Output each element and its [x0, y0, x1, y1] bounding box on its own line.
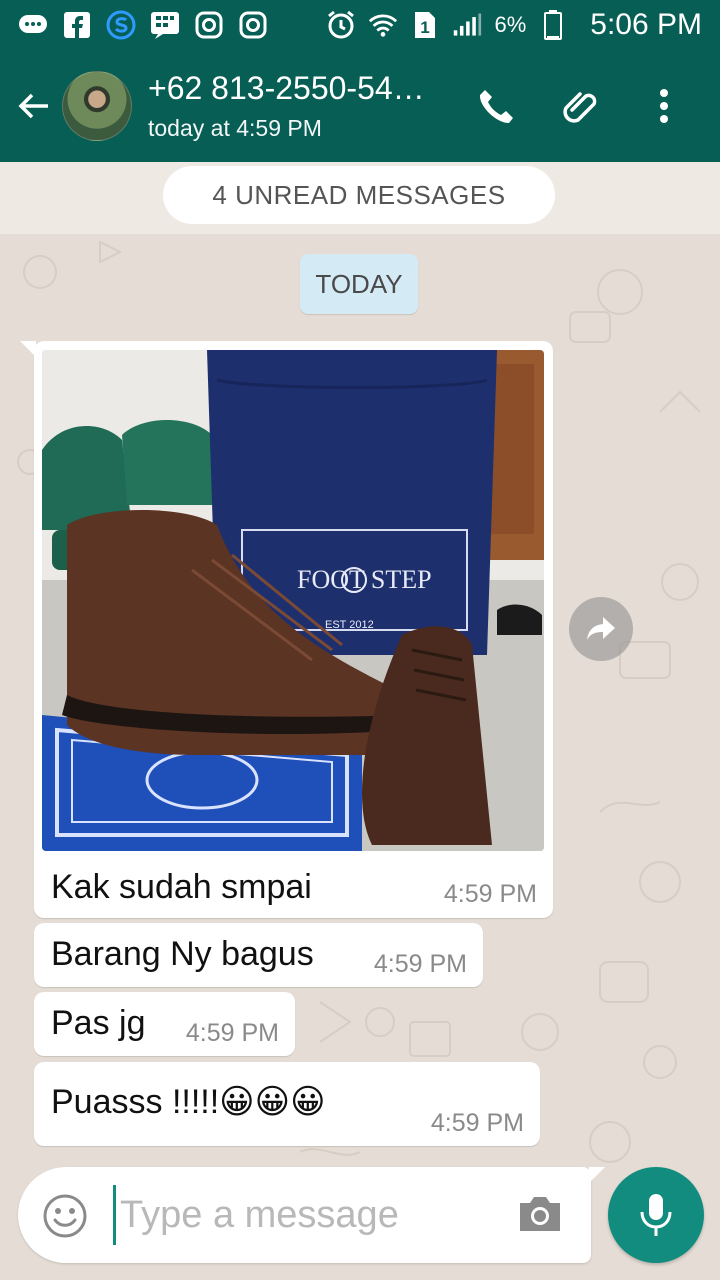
instagram-icon [238, 10, 268, 40]
chat-icon [18, 10, 48, 40]
more-vert-icon [660, 89, 668, 123]
status-time: 5:06 PM [590, 8, 702, 41]
unread-banner: 4 UNREAD MESSAGES [0, 162, 720, 234]
paperclip-icon [563, 92, 597, 123]
menu-button[interactable] [642, 84, 686, 128]
voice-record-button[interactable] [608, 1167, 704, 1263]
message-text: Kak sudah smpai [51, 868, 312, 906]
message-time: 4:59 PM [185, 1019, 279, 1047]
alarm-icon [326, 10, 356, 40]
camera-button[interactable] [516, 1193, 566, 1237]
composer-tail [589, 1167, 605, 1183]
battery-percent: 6% [494, 12, 527, 37]
s-icon [106, 10, 136, 40]
photo-image: FOOT STEP EST 2012 [42, 350, 544, 851]
shoe-photo[interactable]: FOOT STEP EST 2012 [42, 350, 544, 851]
back-arrow-icon [18, 93, 48, 119]
bag-est-text: EST 2012 [325, 619, 374, 631]
message-text: Pas jg [51, 1004, 146, 1042]
bubble-tail [20, 341, 36, 357]
text-message[interactable]: Barang Ny bagus 4:59 PM [34, 923, 483, 987]
camera-icon [520, 1197, 560, 1231]
call-button[interactable] [474, 84, 518, 128]
status-bar: 1 6% 5:06 PM [0, 0, 720, 50]
smiley-icon [43, 1194, 87, 1238]
instagram-icon [194, 10, 224, 40]
unread-count-pill: 4 UNREAD MESSAGES [163, 166, 555, 224]
microphone-icon [640, 1194, 672, 1236]
avatar[interactable] [62, 71, 132, 141]
facebook-icon [62, 10, 92, 40]
contact-info[interactable]: +62 813-2550-54… today at 4:59 PM [148, 70, 468, 142]
message-composer [18, 1167, 605, 1263]
share-arrow-icon [587, 617, 615, 640]
message-text: Puasss !!!!!😀😀😀 [51, 1083, 326, 1121]
svg-text:1: 1 [421, 18, 430, 37]
wifi-icon [368, 10, 398, 40]
signal-icon [452, 10, 482, 40]
attach-button[interactable] [558, 84, 602, 128]
message-time: 4:59 PM [430, 1109, 524, 1137]
contact-name: +62 813-2550-54… [148, 70, 425, 106]
last-seen: today at 4:59 PM [148, 115, 322, 141]
text-message[interactable]: Puasss !!!!!😀😀😀 4:59 PM [34, 1062, 540, 1146]
battery-icon [538, 10, 568, 40]
forward-button[interactable] [569, 597, 633, 661]
message-time: 4:59 PM [443, 880, 537, 908]
text-message[interactable]: Pas jg 4:59 PM [34, 992, 295, 1056]
message-text: Barang Ny bagus [51, 935, 314, 973]
message-time: 4:59 PM [373, 950, 467, 978]
sim-1-icon: 1 [410, 10, 440, 40]
chat-header: +62 813-2550-54… today at 4:59 PM [0, 50, 720, 162]
date-divider: TODAY [300, 254, 418, 314]
emoji-button[interactable] [42, 1193, 88, 1239]
message-input[interactable] [113, 1185, 503, 1245]
image-message[interactable]: FOOT STEP EST 2012 Kak sudah smpai 4:59 … [20, 341, 553, 918]
bag-brand-text: FOOT STEP [297, 565, 432, 594]
bbm-icon [150, 10, 180, 40]
phone-icon [479, 90, 513, 123]
back-button[interactable] [6, 66, 62, 146]
